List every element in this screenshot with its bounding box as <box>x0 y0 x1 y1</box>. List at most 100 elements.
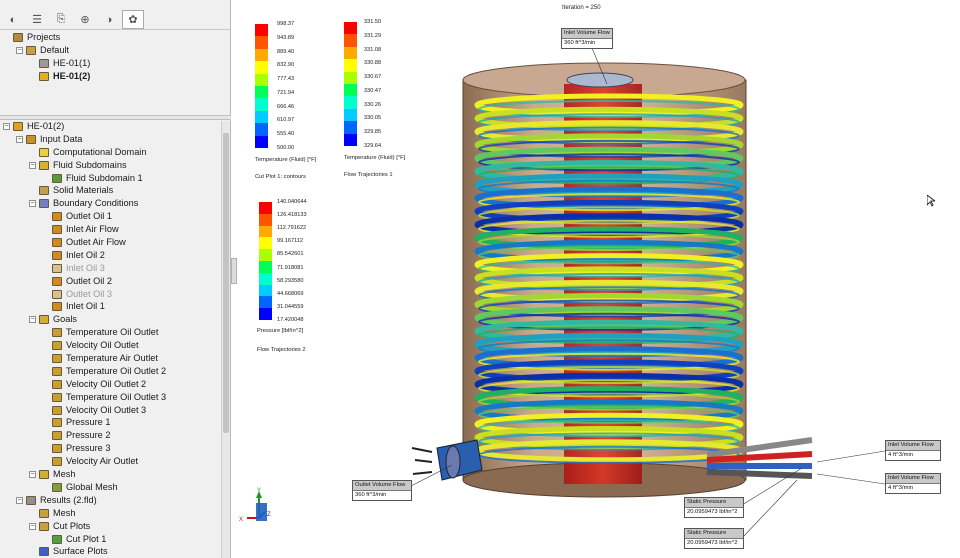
callout-value: 4 ft^3/min <box>888 485 913 491</box>
expand-toggle-icon[interactable]: − <box>16 46 23 54</box>
scrollbar-thumb[interactable] <box>223 133 229 433</box>
tree-node[interactable]: Velocity Air Outlet <box>0 455 221 468</box>
coordinate-triad[interactable]: Y X Z <box>239 488 271 523</box>
tree-node[interactable]: Outlet Oil 3 <box>0 288 221 301</box>
tree-node[interactable]: Solid Materials <box>0 184 221 197</box>
tree-node[interactable]: Fluid Subdomain 1 <box>0 172 221 185</box>
goal-icon <box>52 328 62 338</box>
tree-node[interactable]: Temperature Oil Outlet 2 <box>0 365 221 378</box>
dimxpert-icon[interactable]: ⊕ <box>74 10 96 29</box>
goal-icon <box>52 418 62 428</box>
project-icon <box>39 58 49 68</box>
tree-node[interactable]: Velocity Oil Outlet <box>0 339 221 352</box>
expand-toggle-icon[interactable]: − <box>29 200 36 208</box>
static-pressure-1-callout[interactable]: Static Pressure 20.0959473 lbf/in^2 <box>684 497 744 518</box>
tree-node[interactable]: Computational Domain <box>0 146 221 159</box>
tree-node[interactable]: − Cut Plots <box>0 520 221 533</box>
goal-icon <box>52 354 62 364</box>
cut-plots-icon <box>39 521 49 531</box>
expand-toggle-icon[interactable]: − <box>3 123 10 130</box>
boundary-conditions-icon <box>39 199 49 209</box>
tree-node-label: Surface Plots <box>53 546 108 557</box>
tree-node-label: Cut Plot 1 <box>66 533 107 544</box>
tree-node[interactable]: Velocity Oil Outlet 2 <box>0 378 221 391</box>
tree-scrollbar[interactable] <box>221 121 230 558</box>
tree-node[interactable]: − Fluid Subdomains <box>0 159 221 172</box>
boundary-condition-icon <box>52 250 62 260</box>
goal-icon <box>52 444 62 454</box>
surface-plots-icon <box>39 547 49 557</box>
tree-node[interactable]: Outlet Oil 2 <box>0 275 221 288</box>
tree-node-label: Velocity Oil Outlet 2 <box>66 378 147 389</box>
tree-node[interactable]: − Mesh <box>0 468 221 481</box>
expand-toggle-icon[interactable]: − <box>16 496 23 504</box>
tree-node[interactable]: Pressure 3 <box>0 442 221 455</box>
tree-node-label: HE-01(2) <box>27 121 65 131</box>
goal-icon <box>52 341 62 351</box>
expand-toggle-icon[interactable]: − <box>29 316 36 324</box>
tree-node-label: Inlet Air Flow <box>66 224 119 235</box>
expand-toggle-icon[interactable]: − <box>29 522 36 530</box>
expand-toggle-icon[interactable]: − <box>29 471 36 479</box>
tree-node-label: Pressure 3 <box>66 443 111 454</box>
tree-node[interactable]: Mesh <box>0 507 221 520</box>
triad-x-label: X <box>239 517 243 523</box>
tree-node[interactable]: − HE-01(2) <box>0 120 221 133</box>
callout-value: 360 ft^3/min <box>564 40 596 46</box>
flow-simulation-window: ◐ ☰ ⎘ ⊕ ◑ ✿ Projects − Default HE-01(1) HE-01(2) … <box>0 0 960 558</box>
property-manager-icon[interactable]: ☰ <box>26 10 48 29</box>
configuration-manager-icon[interactable]: ⎘ <box>50 10 72 29</box>
tree-node-label: Velocity Oil Outlet <box>66 340 139 351</box>
tree-node[interactable]: Projects <box>0 31 221 44</box>
feature-manager-icon[interactable]: ◐ <box>2 10 24 29</box>
graphics-viewport[interactable]: Iteration = 250 998.37 943.89 889.40 832.90… <box>237 0 960 558</box>
tree-node-label: Outlet Oil 2 <box>66 275 112 286</box>
tree-node[interactable]: Temperature Oil Outlet 3 <box>0 391 221 404</box>
tree-node[interactable]: − Goals <box>0 313 221 326</box>
tree-node-label: Fluid Subdomains <box>53 159 127 170</box>
tree-node-label: Default <box>40 44 70 55</box>
goals-icon <box>39 315 49 325</box>
inlet-volume-flow-right-2-callout[interactable]: Inlet Volume Flow 4 ft^3/min <box>885 473 941 494</box>
tree-node[interactable]: Outlet Air Flow <box>0 236 221 249</box>
static-pressure-2-callout[interactable]: Static Pressure 20.0959473 lbf/in^2 <box>684 528 744 549</box>
tree-node[interactable]: Inlet Oil 3 <box>0 262 221 275</box>
callout-header: Inlet Volume Flow <box>886 441 940 451</box>
tree-node-label: Velocity Oil Outlet 3 <box>66 404 147 415</box>
tree-node[interactable]: Temperature Oil Outlet <box>0 326 221 339</box>
tree-node[interactable]: Outlet Oil 1 <box>0 210 221 223</box>
tree-node[interactable]: Inlet Air Flow <box>0 223 221 236</box>
tree-node[interactable]: Temperature Air Outlet <box>0 352 221 365</box>
flow-simulation-icon[interactable]: ✿ <box>122 10 144 29</box>
tree-node[interactable]: HE-01(1) <box>0 57 221 70</box>
inlet-volume-flow-right-1-callout[interactable]: Inlet Volume Flow 4 ft^3/min <box>885 440 941 461</box>
tree-node[interactable]: Pressure 1 <box>0 416 221 429</box>
tree-node[interactable]: Inlet Oil 2 <box>0 249 221 262</box>
tree-node[interactable]: Pressure 2 <box>0 429 221 442</box>
heat-exchanger-model[interactable]: Y X Z <box>237 0 960 558</box>
tree-node[interactable]: − Input Data <box>0 133 221 146</box>
display-manager-icon[interactable]: ◑ <box>98 10 120 29</box>
tree-node-label: Results (2.fld) <box>40 494 97 505</box>
expand-toggle-icon[interactable]: − <box>29 161 36 169</box>
tree-node[interactable]: HE-01(2) <box>0 70 221 83</box>
tree-node[interactable]: Velocity Oil Outlet 3 <box>0 404 221 417</box>
tree-node-label: Mesh <box>53 469 76 480</box>
tree-node[interactable]: − Default <box>0 44 221 57</box>
tree-node[interactable]: Cut Plot 1 <box>0 533 221 546</box>
tree-node[interactable]: − Results (2.fld) <box>0 494 221 507</box>
goal-icon <box>52 379 62 389</box>
inlet-volume-flow-top-callout[interactable]: Inlet Volume Flow 360 ft^3/min <box>561 28 613 49</box>
tree-node[interactable]: Inlet Oil 1 <box>0 300 221 313</box>
expand-toggle-icon[interactable]: − <box>16 135 23 143</box>
configuration-icon <box>26 45 36 55</box>
tree-node-label: Inlet Oil 2 <box>66 249 105 260</box>
goal-icon <box>52 392 62 402</box>
outlet-volume-flow-callout[interactable]: Outlet Volume Flow 360 ft^3/min <box>352 480 412 501</box>
tree-node[interactable]: Global Mesh <box>0 481 221 494</box>
callout-value: 360 ft^3/min <box>355 492 387 498</box>
tree-node[interactable]: − Boundary Conditions <box>0 197 221 210</box>
callout-header: Inlet Volume Flow <box>886 474 940 484</box>
tree-node[interactable]: Surface Plots <box>0 545 221 558</box>
boundary-condition-icon <box>52 276 62 286</box>
